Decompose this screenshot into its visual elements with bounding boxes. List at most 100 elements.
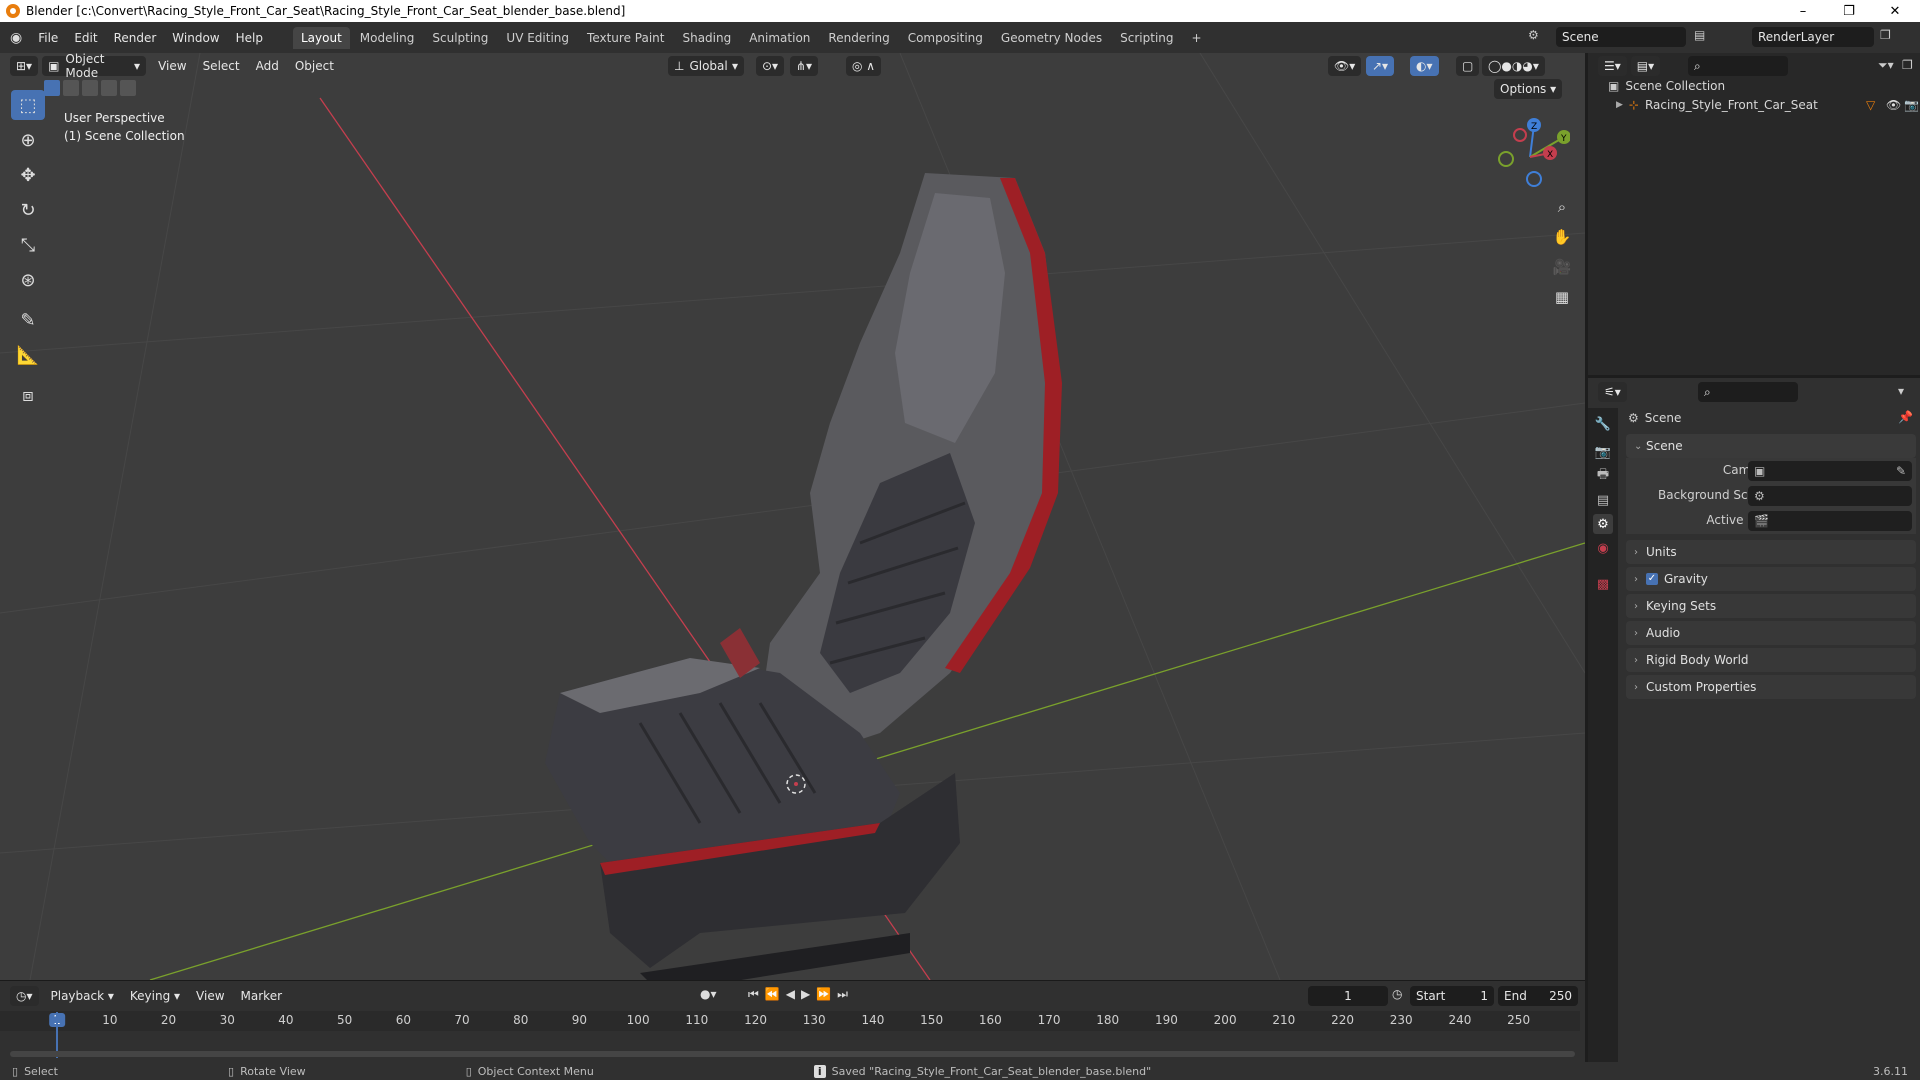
timeline-menu-keying[interactable]: Keying ▾ [122,989,188,1003]
annotate-tool[interactable]: ✎ [11,305,45,335]
custom-properties-panel[interactable]: › Custom Properties [1626,675,1916,699]
menu-edit[interactable]: Edit [66,31,105,45]
texture-tab-icon[interactable]: ▩ [1593,574,1613,594]
viewport-menu-object[interactable]: Object [287,59,342,73]
frame-ruler[interactable]: 1102030405060708090100110120130140150160… [0,1011,1580,1031]
render-camera-icon[interactable]: 📷 [1904,98,1919,112]
view-layer-tab-icon[interactable]: ▤ [1593,490,1613,510]
end-frame-field[interactable]: End 250 [1498,986,1578,1006]
tool-tab-icon[interactable]: 🔧 [1593,414,1613,434]
properties-editor-type-icon[interactable]: ⚟▾ [1598,382,1627,402]
render-tab-icon[interactable]: 📷 [1593,442,1613,462]
xray-icon[interactable]: ▢ [1456,56,1480,76]
proportional-edit-icon[interactable]: ◎ ∧ [846,56,882,76]
pan-view-icon[interactable]: ✋ [1548,223,1576,251]
rotate-tool[interactable]: ↻ [11,195,45,225]
world-tab-icon[interactable]: ◉ [1593,538,1613,558]
tab-animation[interactable]: Animation [741,27,818,49]
background-scene-field[interactable]: ⚙ [1748,486,1912,506]
add-workspace-button[interactable]: + [1184,27,1210,49]
maximize-button[interactable]: ❐ [1826,0,1872,22]
orthographic-toggle-icon[interactable]: ▦ [1548,283,1576,311]
scene-tab-icon[interactable]: ⚙ [1593,514,1613,534]
menu-render[interactable]: Render [106,31,165,45]
outliner-search-input[interactable]: ⌕ [1688,56,1788,76]
viewport-menu-add[interactable]: Add [248,59,287,73]
playback-controls[interactable]: ⏮⏪◀▶⏩⏭ [748,987,854,1002]
move-tool[interactable]: ✥ [11,160,45,190]
tab-modeling[interactable]: Modeling [352,27,423,49]
blender-menu-icon[interactable]: ◉ [10,30,22,46]
viewport-menu-view[interactable]: View [150,59,194,73]
auto-keying-icon[interactable]: ●▾ [700,987,717,1001]
eye-icon[interactable]: 👁 [1886,98,1901,112]
select-invert-icon[interactable] [101,80,117,96]
expand-arrow-icon[interactable]: ▶ [1616,100,1623,110]
timeline-scrollbar[interactable] [10,1051,1575,1057]
select-subtract-icon[interactable] [82,80,98,96]
overlay-toggle-icon[interactable]: ◐▾ [1410,56,1439,76]
audio-panel[interactable]: › Audio [1626,621,1916,645]
outliner-row-seat[interactable]: ▶ ⊹ Racing_Style_Front_Car_Seat ▽ 👁 📷 [1616,96,1919,114]
eyedropper-icon[interactable]: ✎ [1896,464,1906,478]
new-view-layer-icon[interactable]: ❐ [1880,28,1891,42]
tab-compositing[interactable]: Compositing [900,27,991,49]
properties-search-input[interactable]: ⌕ [1698,382,1798,402]
outliner-row-scene-collection[interactable]: ▣ Scene Collection [1608,77,1725,95]
filter-icon[interactable]: ⏷▾ [1878,58,1894,73]
start-frame-field[interactable]: Start 1 [1410,986,1494,1006]
3d-viewport[interactable]: ⊞▾ ▣ Object Mode ▾ View Select Add Objec… [0,53,1585,980]
add-cube-tool[interactable]: ⧈ [11,380,45,410]
pin-icon[interactable]: 📌 [1898,410,1913,424]
select-extend-icon[interactable] [63,80,79,96]
navigation-gizmo[interactable]: Z Y X [1490,113,1570,193]
outliner-editor-type-icon[interactable]: ☰▾ [1598,56,1627,76]
rigid-body-world-panel[interactable]: › Rigid Body World [1626,648,1916,672]
display-mode-icon[interactable]: ▤▾ [1630,56,1661,76]
current-frame-field[interactable]: 1 [1308,986,1388,1006]
timeline-menu-playback[interactable]: Playback ▾ [43,989,122,1003]
tab-scripting[interactable]: Scripting [1112,27,1181,49]
tab-layout[interactable]: Layout [292,26,350,49]
viewport-menu-select[interactable]: Select [195,59,248,73]
tab-texture-paint[interactable]: Texture Paint [579,27,672,49]
editor-type-icon[interactable]: ⊞▾ [10,56,39,76]
visibility-icon[interactable]: 👁▾ [1328,56,1362,76]
select-new-icon[interactable] [44,80,60,96]
scale-tool[interactable]: ⤡ [11,230,45,260]
transform-tool[interactable]: ⊛ [11,265,45,295]
snap-icon[interactable]: ⋔▾ [790,56,819,76]
keying-sets-panel[interactable]: › Keying Sets [1626,594,1916,618]
gravity-panel[interactable]: › ✓ Gravity [1626,567,1916,591]
zoom-view-icon[interactable]: ⌕ [1548,193,1576,221]
mode-selector[interactable]: ▣ Object Mode ▾ [42,53,147,80]
view-layer-selector[interactable]: RenderLayer [1752,27,1874,47]
mesh-data-icon[interactable]: ▽ [1866,98,1875,112]
menu-file[interactable]: File [30,31,66,45]
shading-modes-icon[interactable]: ◯●◑◕▾ [1482,56,1545,76]
tab-uv-editing[interactable]: UV Editing [498,27,577,49]
preview-range-icon[interactable]: ◷ [1392,987,1402,1001]
units-panel[interactable]: › Units [1626,540,1916,564]
output-tab-icon[interactable]: 🖶 [1593,466,1613,486]
minimize-button[interactable]: – [1780,0,1826,22]
timeline-menu-marker[interactable]: Marker [233,989,290,1003]
measure-tool[interactable]: 📐 [11,340,45,370]
select-intersect-icon[interactable] [120,80,136,96]
camera-view-icon[interactable]: 🎥 [1548,253,1576,281]
timeline-editor-type-icon[interactable]: ◷▾ [10,986,39,1006]
tab-rendering[interactable]: Rendering [820,27,897,49]
new-collection-icon[interactable]: ❐ [1902,58,1913,72]
pivot-point-icon[interactable]: ⊙▾ [756,56,785,76]
car-seat-model[interactable] [545,173,1062,980]
properties-options-icon[interactable]: ▾ [1898,384,1904,398]
timeline-menu-view[interactable]: View [188,989,232,1003]
close-window-button[interactable]: ✕ [1872,0,1918,22]
camera-field[interactable]: ▣ ✎ [1748,461,1912,481]
tab-geometry-nodes[interactable]: Geometry Nodes [993,27,1110,49]
menu-window[interactable]: Window [164,31,227,45]
options-button[interactable]: Options ▾ [1494,79,1563,99]
tab-shading[interactable]: Shading [674,27,739,49]
gizmo-toggle-icon[interactable]: ↗▾ [1366,56,1395,76]
menu-help[interactable]: Help [228,31,271,45]
